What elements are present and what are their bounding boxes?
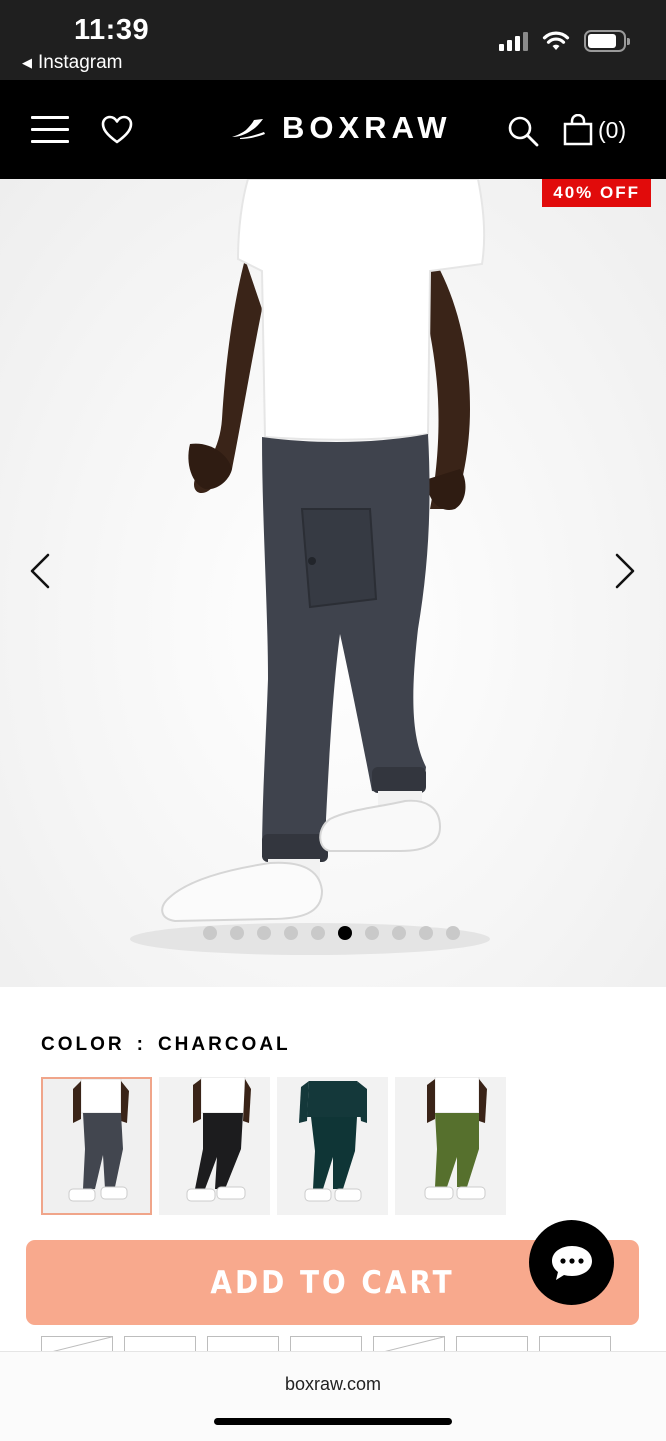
boxraw-logo-mark-icon (232, 119, 265, 139)
brand-logo[interactable]: BOXRAW (230, 110, 452, 146)
heart-icon[interactable] (100, 113, 134, 147)
gallery-dot[interactable] (230, 926, 244, 940)
swatch-image (159, 1077, 270, 1215)
product-image-gallery[interactable]: 40% OFF (0, 179, 666, 987)
discount-badge: 40% OFF (542, 179, 651, 207)
home-indicator (214, 1418, 452, 1425)
gallery-dot[interactable] (257, 926, 271, 940)
gallery-dot[interactable] (338, 926, 352, 940)
color-label: COLOR : CHARCOAL (41, 1034, 291, 1056)
back-triangle-icon: ◀ (22, 55, 32, 70)
gallery-dot[interactable] (311, 926, 325, 940)
menu-icon[interactable] (31, 116, 69, 144)
color-swatch-olive[interactable] (395, 1077, 506, 1215)
gallery-dot[interactable] (284, 926, 298, 940)
cellular-signal-icon (499, 31, 528, 51)
site-header: BOXRAW (0) (0, 80, 666, 179)
color-swatch-charcoal[interactable] (41, 1077, 152, 1215)
gallery-dot[interactable] (392, 926, 406, 940)
gallery-dot[interactable] (419, 926, 433, 940)
cart-button[interactable]: (0) (562, 114, 626, 146)
gallery-dot[interactable] (365, 926, 379, 940)
color-swatches (41, 1077, 506, 1215)
back-to-app-link[interactable]: ◀ Instagram (22, 52, 122, 74)
gallery-dot[interactable] (203, 926, 217, 940)
color-swatch-black[interactable] (159, 1077, 270, 1215)
search-icon[interactable] (506, 114, 540, 148)
status-icons (499, 30, 630, 52)
selected-color: CHARCOAL (157, 1034, 291, 1055)
browser-address-bar: boxraw.com (0, 1351, 666, 1441)
previous-image-arrow-icon[interactable] (26, 551, 56, 591)
cart-count: (0) (598, 116, 627, 143)
swatch-image (395, 1077, 506, 1215)
shopping-bag-icon (563, 114, 593, 146)
gallery-pagination (203, 926, 460, 940)
product-photo (130, 179, 490, 955)
back-app-label: Instagram (38, 52, 123, 73)
color-label-text: COLOR (41, 1034, 125, 1055)
status-time: 11:39 (74, 14, 150, 46)
brand-name: BOXRAW (282, 110, 452, 145)
status-bar: 11:39 ◀ Instagram (0, 0, 666, 80)
swatch-image (43, 1079, 150, 1213)
color-swatch-green[interactable] (277, 1077, 388, 1215)
battery-icon (584, 30, 630, 52)
browser-domain[interactable]: boxraw.com (0, 1374, 666, 1395)
color-label-separator: : (136, 1034, 146, 1055)
wifi-icon (542, 31, 570, 50)
next-image-arrow-icon[interactable] (609, 551, 639, 591)
chat-button[interactable] (529, 1220, 614, 1305)
chat-bubble-icon (551, 1245, 592, 1280)
swatch-image (277, 1077, 388, 1215)
gallery-dot[interactable] (446, 926, 460, 940)
